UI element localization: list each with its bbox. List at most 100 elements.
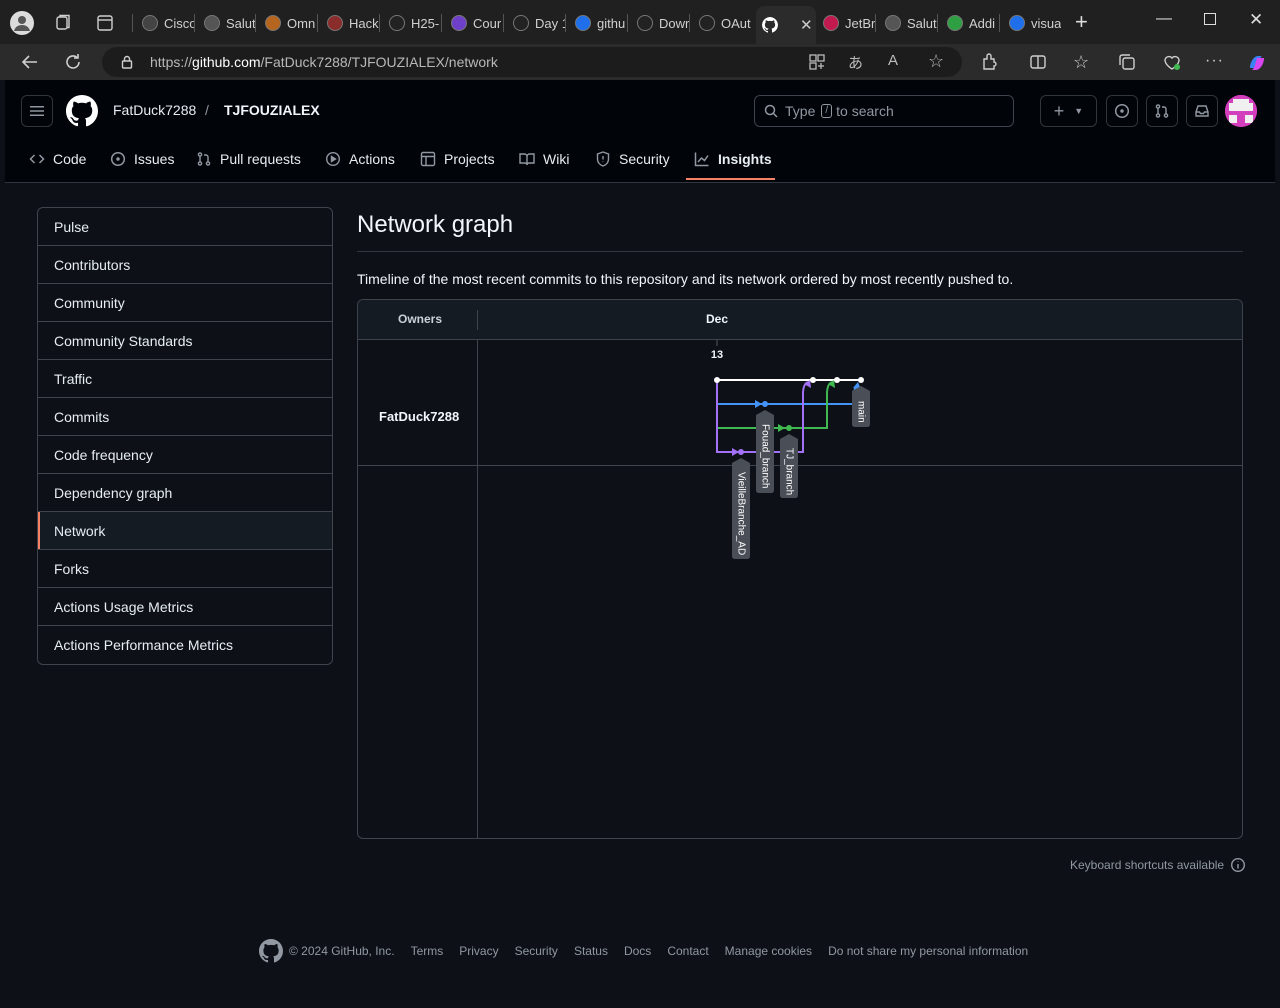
commit-dot[interactable] — [714, 377, 720, 383]
sidebar-item-actions-performance-metrics[interactable]: Actions Performance Metrics — [38, 626, 332, 664]
footer-link-privacy[interactable]: Privacy — [459, 944, 498, 958]
sidebar-item-community[interactable]: Community — [38, 284, 332, 322]
copilot-icon[interactable] — [1246, 52, 1266, 72]
github-mark-icon[interactable] — [259, 939, 283, 963]
browser-tab[interactable]: JetBr — [817, 8, 875, 38]
tab-projects[interactable]: Projects — [420, 148, 495, 170]
footer-link-manage-cookies[interactable]: Manage cookies — [725, 944, 812, 958]
keyboard-shortcuts-hint[interactable]: Keyboard shortcuts available — [1070, 857, 1246, 873]
collections-icon[interactable] — [1117, 52, 1137, 72]
footer-link-terms[interactable]: Terms — [411, 944, 444, 958]
breadcrumb-repo[interactable]: TJFOUZIALEX — [224, 102, 320, 118]
keyboard-shortcuts-label: Keyboard shortcuts available — [1070, 858, 1225, 872]
workspaces-icon[interactable] — [54, 14, 74, 34]
page-footer: © 2024 GitHub, Inc. Terms Privacy Securi… — [259, 939, 1028, 963]
tab-active[interactable]: ✕ — [756, 6, 816, 44]
insights-sidebar: Pulse Contributors Community Community S… — [37, 207, 333, 665]
sidebar-item-traffic[interactable]: Traffic — [38, 360, 332, 398]
close-window-button[interactable]: ✕ — [1249, 10, 1263, 30]
app-available-icon[interactable] — [808, 53, 826, 71]
tab-pull-requests[interactable]: Pull requests — [196, 148, 301, 170]
browser-tab[interactable]: Cisco — [136, 8, 194, 38]
footer-link-status[interactable]: Status — [574, 944, 608, 958]
branch-label-tj[interactable]: TJ_branch — [780, 434, 798, 498]
browser-tab[interactable]: H25- — [383, 8, 441, 38]
new-tab-button[interactable]: + — [1075, 11, 1088, 33]
browser-tab[interactable]: Salut — [198, 8, 256, 38]
tj-arrow-icon — [778, 424, 785, 432]
browser-tab[interactable]: Salut — [879, 8, 937, 38]
browser-essentials-icon[interactable] — [1162, 52, 1182, 72]
network-graph[interactable]: Owners Dec FatDuck7288 13 main Fouad_bra… — [357, 299, 1243, 839]
avatar[interactable] — [1225, 95, 1257, 127]
projects-icon — [420, 151, 436, 167]
tab-label: Addi — [969, 15, 996, 31]
commit-dot[interactable] — [858, 377, 864, 383]
maximize-button[interactable] — [1204, 13, 1216, 25]
tab-security[interactable]: Security — [595, 148, 670, 170]
breadcrumb-owner[interactable]: FatDuck7288 — [113, 102, 196, 118]
commit-dot[interactable] — [786, 425, 792, 431]
tab-code[interactable]: Code — [29, 148, 86, 170]
back-arrow-icon[interactable] — [20, 52, 40, 72]
branch-label-vieille[interactable]: VieilleBranche_AD — [732, 458, 750, 559]
tab-favicon-icon — [699, 15, 715, 31]
footer-link-security[interactable]: Security — [515, 944, 558, 958]
tab-wiki[interactable]: Wiki — [519, 148, 569, 170]
branch-label-fouad[interactable]: Fouad_branch — [756, 410, 774, 493]
address-bar[interactable]: https://github.com/FatDuck7288/TJFOUZIAL… — [102, 47, 962, 77]
extensions-icon[interactable] — [980, 52, 1000, 72]
commit-dot[interactable] — [762, 401, 768, 407]
github-logo-icon[interactable] — [66, 95, 98, 127]
issues-header-button[interactable] — [1106, 95, 1138, 127]
footer-link-docs[interactable]: Docs — [624, 944, 651, 958]
browser-tab[interactable]: Hack — [321, 8, 379, 38]
translate-icon[interactable]: あ — [848, 52, 863, 73]
footer-link-contact[interactable]: Contact — [667, 944, 708, 958]
browser-tab[interactable]: Addi — [941, 8, 999, 38]
sidebar-item-contributors[interactable]: Contributors — [38, 246, 332, 284]
more-menu-icon[interactable]: ··· — [1205, 52, 1225, 72]
sidebar-item-pulse[interactable]: Pulse — [38, 208, 332, 246]
search-input[interactable]: Type / to search — [754, 95, 1014, 127]
sidebar-item-network[interactable]: Network — [38, 512, 332, 550]
profile-icon[interactable] — [10, 11, 34, 35]
sidebar-item-actions-usage-metrics[interactable]: Actions Usage Metrics — [38, 588, 332, 626]
browser-tab[interactable]: Dowr — [631, 8, 689, 38]
browser-tab[interactable]: visua — [1003, 8, 1061, 38]
commit-dot[interactable] — [738, 449, 744, 455]
create-new-button[interactable]: + ▼ — [1040, 95, 1097, 127]
lock-icon — [120, 55, 134, 69]
browser-tab-bar: Cisco Salut Omn Hack H25- Cour Day 1 githu Dowr O… — [0, 0, 1280, 44]
browser-tab[interactable]: Cour — [445, 8, 503, 38]
tab-actions-icon[interactable] — [96, 14, 116, 34]
favorites-icon[interactable]: ☆ — [1073, 52, 1093, 72]
sidebar-item-forks[interactable]: Forks — [38, 550, 332, 588]
refresh-icon[interactable] — [63, 52, 83, 72]
global-menu-button[interactable] — [21, 95, 53, 127]
close-tab-icon[interactable]: ✕ — [800, 16, 813, 34]
browser-tab[interactable]: Omn — [259, 8, 317, 38]
commit-dot[interactable] — [834, 377, 840, 383]
tab-separator — [627, 14, 628, 32]
minimize-button[interactable]: — — [1156, 10, 1172, 28]
split-screen-icon[interactable] — [1028, 52, 1048, 72]
tab-separator — [194, 14, 195, 32]
browser-tab[interactable]: Day 1 — [507, 8, 565, 38]
tab-actions[interactable]: Actions — [325, 148, 395, 170]
commit-dot[interactable] — [810, 377, 816, 383]
branch-label-main[interactable]: main — [852, 386, 870, 427]
tab-insights[interactable]: Insights — [694, 148, 772, 170]
sidebar-item-community-standards[interactable]: Community Standards — [38, 322, 332, 360]
sidebar-item-dependency-graph[interactable]: Dependency graph — [38, 474, 332, 512]
sidebar-item-code-frequency[interactable]: Code frequency — [38, 436, 332, 474]
pull-requests-header-button[interactable] — [1146, 95, 1178, 127]
inbox-header-button[interactable] — [1186, 95, 1218, 127]
sidebar-item-commits[interactable]: Commits — [38, 398, 332, 436]
browser-tab[interactable]: githu — [569, 8, 627, 38]
favorite-star-icon[interactable]: ☆ — [928, 51, 944, 72]
browser-tab[interactable]: OAut — [693, 8, 751, 38]
footer-link-do-not-share[interactable]: Do not share my personal information — [828, 944, 1028, 958]
read-aloud-icon[interactable]: A — [888, 52, 898, 69]
tab-issues[interactable]: Issues — [110, 148, 174, 170]
